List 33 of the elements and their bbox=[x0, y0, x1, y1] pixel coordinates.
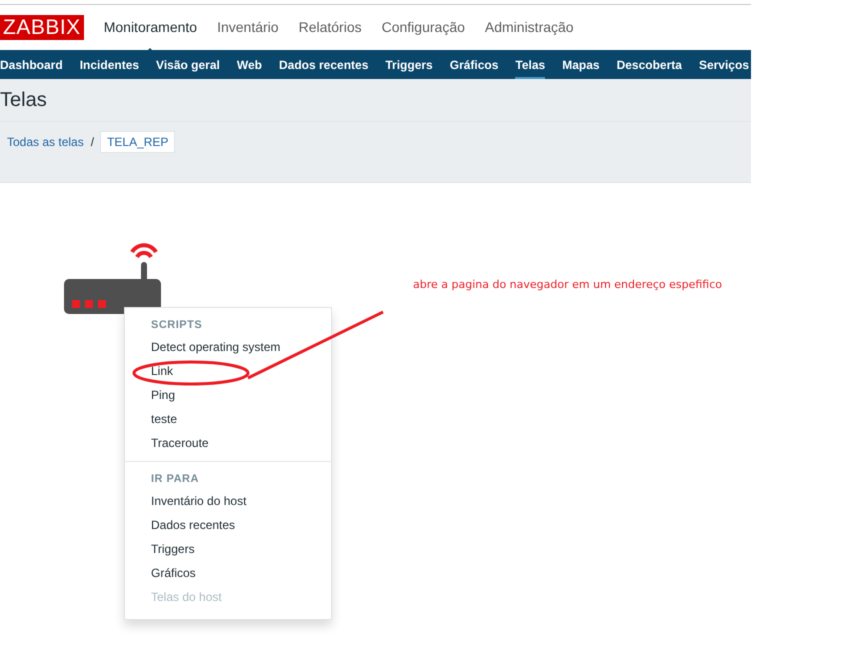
sub-menu-tab[interactable]: Dados recentes bbox=[279, 50, 368, 79]
sub-menu-tab[interactable]: Dashboard bbox=[0, 50, 63, 79]
menu-item[interactable]: teste bbox=[125, 407, 331, 431]
zabbix-logo: ZABBIX bbox=[0, 15, 84, 40]
menu-item[interactable]: Triggers bbox=[125, 537, 331, 561]
sub-menu-tab[interactable]: Mapas bbox=[562, 50, 600, 79]
sub-menu-tab[interactable]: Triggers bbox=[385, 50, 433, 79]
top-menu-item[interactable]: Monitoramento bbox=[104, 18, 198, 36]
sub-menu-tab[interactable]: Serviços bbox=[698, 50, 749, 79]
router-icon[interactable] bbox=[64, 240, 161, 315]
top-menu-item[interactable]: Relatórios bbox=[298, 18, 362, 36]
sub-menu-tab[interactable]: Visão geral bbox=[156, 50, 220, 79]
menu-section-heading: SCRIPTS bbox=[150, 318, 204, 333]
menu-item[interactable]: Ping bbox=[125, 383, 331, 407]
top-menu-item[interactable]: Administração bbox=[484, 18, 574, 36]
menu-item[interactable]: Dados recentes bbox=[125, 513, 331, 537]
sub-menu-tab[interactable]: Web bbox=[236, 50, 262, 79]
sub-menu-tab[interactable]: Descoberta bbox=[616, 50, 682, 79]
menu-item[interactable]: Inventário do host bbox=[125, 489, 331, 513]
top-menu-item[interactable]: Inventário bbox=[217, 18, 279, 36]
breadcrumb-separator: / bbox=[90, 134, 94, 149]
breadcrumb-link[interactable]: Todas as telas bbox=[6, 131, 85, 153]
menu-item[interactable]: Link bbox=[125, 359, 331, 383]
page-title: Telas bbox=[0, 88, 47, 112]
sub-menu-tab[interactable]: Gráficos bbox=[450, 50, 498, 79]
menu-item[interactable]: Gráficos bbox=[125, 561, 331, 585]
menu-item[interactable]: Detect operating system bbox=[125, 335, 331, 359]
menu-section-heading: IR PARA bbox=[150, 472, 200, 487]
sub-menu-tab[interactable]: Incidentes bbox=[80, 50, 140, 79]
menu-item[interactable]: Traceroute bbox=[125, 431, 331, 455]
top-menu-item[interactable]: Configuração bbox=[382, 18, 465, 36]
annotation-text: abre a pagina do navegador em um endereço espefifico bbox=[413, 278, 722, 291]
breadcrumb-link[interactable]: TELA_REP bbox=[100, 131, 176, 153]
